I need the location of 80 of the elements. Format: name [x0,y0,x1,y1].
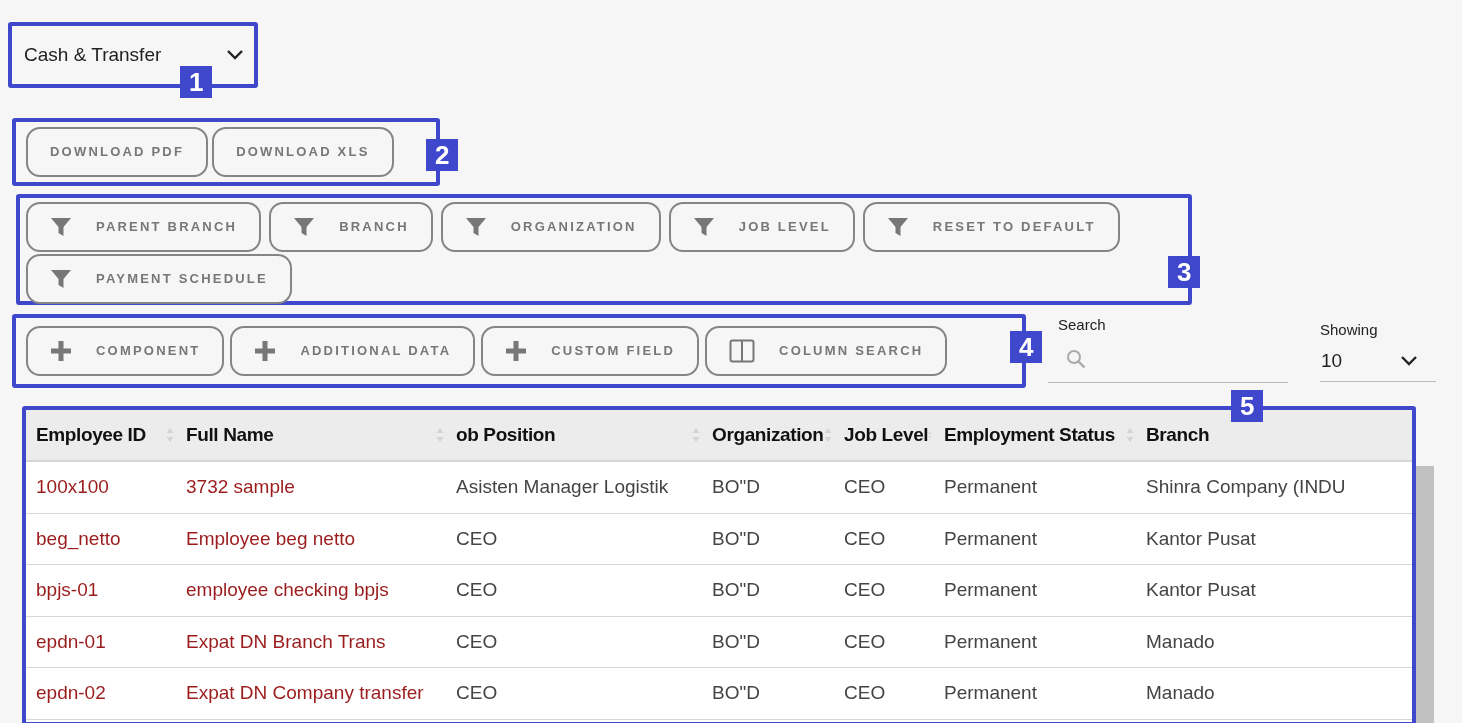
column-header[interactable]: Employee ID [26,410,176,460]
page-size-dropdown[interactable]: 10 [1320,341,1436,382]
sort-icon [436,427,444,443]
table-cell-text: BO"D [712,681,760,705]
table-cell-text: BO"D [712,578,760,602]
filter-button[interactable]: JOB LEVEL [668,202,855,252]
table-cell-text: BO"D [712,475,760,499]
scrollbar[interactable] [1416,466,1434,723]
table-cell-text: CEO [844,681,886,705]
table-cell-text: Asisten Manager Logistik [456,475,669,499]
table-cell-text: CEO [456,681,498,705]
column-header[interactable]: Full Name [176,410,446,460]
filter-icon [293,216,316,238]
plus-icon [254,340,277,362]
toolbar-button[interactable]: COLUMN SEARCH [705,326,948,376]
employee-link[interactable]: bpjs-01 [36,576,99,605]
table-cell-text: Kantor Pusat [1146,526,1256,551]
annotation-number: 4 [1010,331,1043,363]
table-cell-text: CEO [456,578,498,602]
table-cell-text: Permanent [944,629,1037,654]
download-button[interactable]: DOWNLOAD PDF [26,127,209,177]
employee-link[interactable]: Employee beg netto [186,524,355,553]
sort-icon [692,427,700,443]
plus-icon [50,340,72,362]
table-cell-text: CEO [844,526,886,551]
employee-link[interactable]: epdn-02 [36,679,106,708]
filter-button[interactable]: BRANCH [269,202,433,252]
employee-link[interactable]: Expat DN Branch Trans [186,627,386,656]
chevron-down-icon [1400,355,1418,367]
filter-icon [886,216,909,238]
column-header[interactable]: Employment Status [934,410,1136,460]
employee-link[interactable]: 3732 sample [186,473,295,502]
table-cell-text: Manado [1146,681,1215,705]
sort-icon [166,427,174,443]
table-cell-text: Manado [1146,629,1215,654]
filter-icon [50,216,72,238]
chevron-down-icon [226,49,244,61]
employee-link[interactable]: epdn-01 [36,627,106,656]
annotation-number: 1 [180,66,213,98]
column-header[interactable]: Job Level [834,410,934,460]
sort-icon [824,427,832,443]
table-cell-text: CEO [456,526,498,551]
table-cell-text: Kantor Pusat [1146,578,1256,602]
employee-link[interactable]: 100x100 [36,473,109,502]
table-cell-text: BO"D [712,629,760,654]
filter-button[interactable]: PARENT BRANCH [26,202,262,252]
column-header[interactable]: ob Position [446,410,702,460]
employee-link[interactable]: Expat DN Company transfer [186,679,424,708]
filter-button[interactable]: PAYMENT SCHEDULE [26,254,292,304]
table-cell-text: Permanent [944,681,1037,705]
toolbar-button[interactable]: CUSTOM FIELD [481,326,700,376]
table-cell-text: Permanent [944,475,1037,499]
columns-icon [729,339,756,363]
sort-icon [1126,427,1134,443]
search-label: Search [1057,315,1107,335]
search-icon [1066,349,1086,369]
table-cell-text: Permanent [944,526,1037,551]
annotation-number: 5 [1231,390,1264,422]
table-cell-text: CEO [844,629,886,654]
filter-icon [50,268,72,290]
download-button[interactable]: DOWNLOAD XLS [212,127,394,177]
table-cell-text: BO"D [712,526,760,551]
table-cell-text: CEO [456,629,498,654]
annotation-number: 2 [426,139,459,171]
table-cell-text: CEO [844,475,886,499]
annotation-number: 3 [1168,256,1201,288]
table-cell-text: Shinra Company (INDU [1146,475,1346,499]
filter-icon [692,216,715,238]
filter-button[interactable]: ORGANIZATION [440,202,661,252]
employee-link[interactable]: beg_netto [36,524,121,553]
filter-button[interactable]: RESET TO DEFAULT [862,202,1120,252]
toolbar-button[interactable]: ADDITIONAL DATA [230,326,476,376]
plus-icon [505,340,528,362]
toolbar-button[interactable]: COMPONENT [26,326,225,376]
employee-link[interactable]: employee checking bpjs [186,576,389,605]
showing-label: Showing [1320,320,1379,340]
table-cell-text: CEO [844,578,886,602]
column-header[interactable]: Organization [702,410,834,460]
filter-icon [464,216,487,238]
table-cell-text: Permanent [944,578,1037,602]
